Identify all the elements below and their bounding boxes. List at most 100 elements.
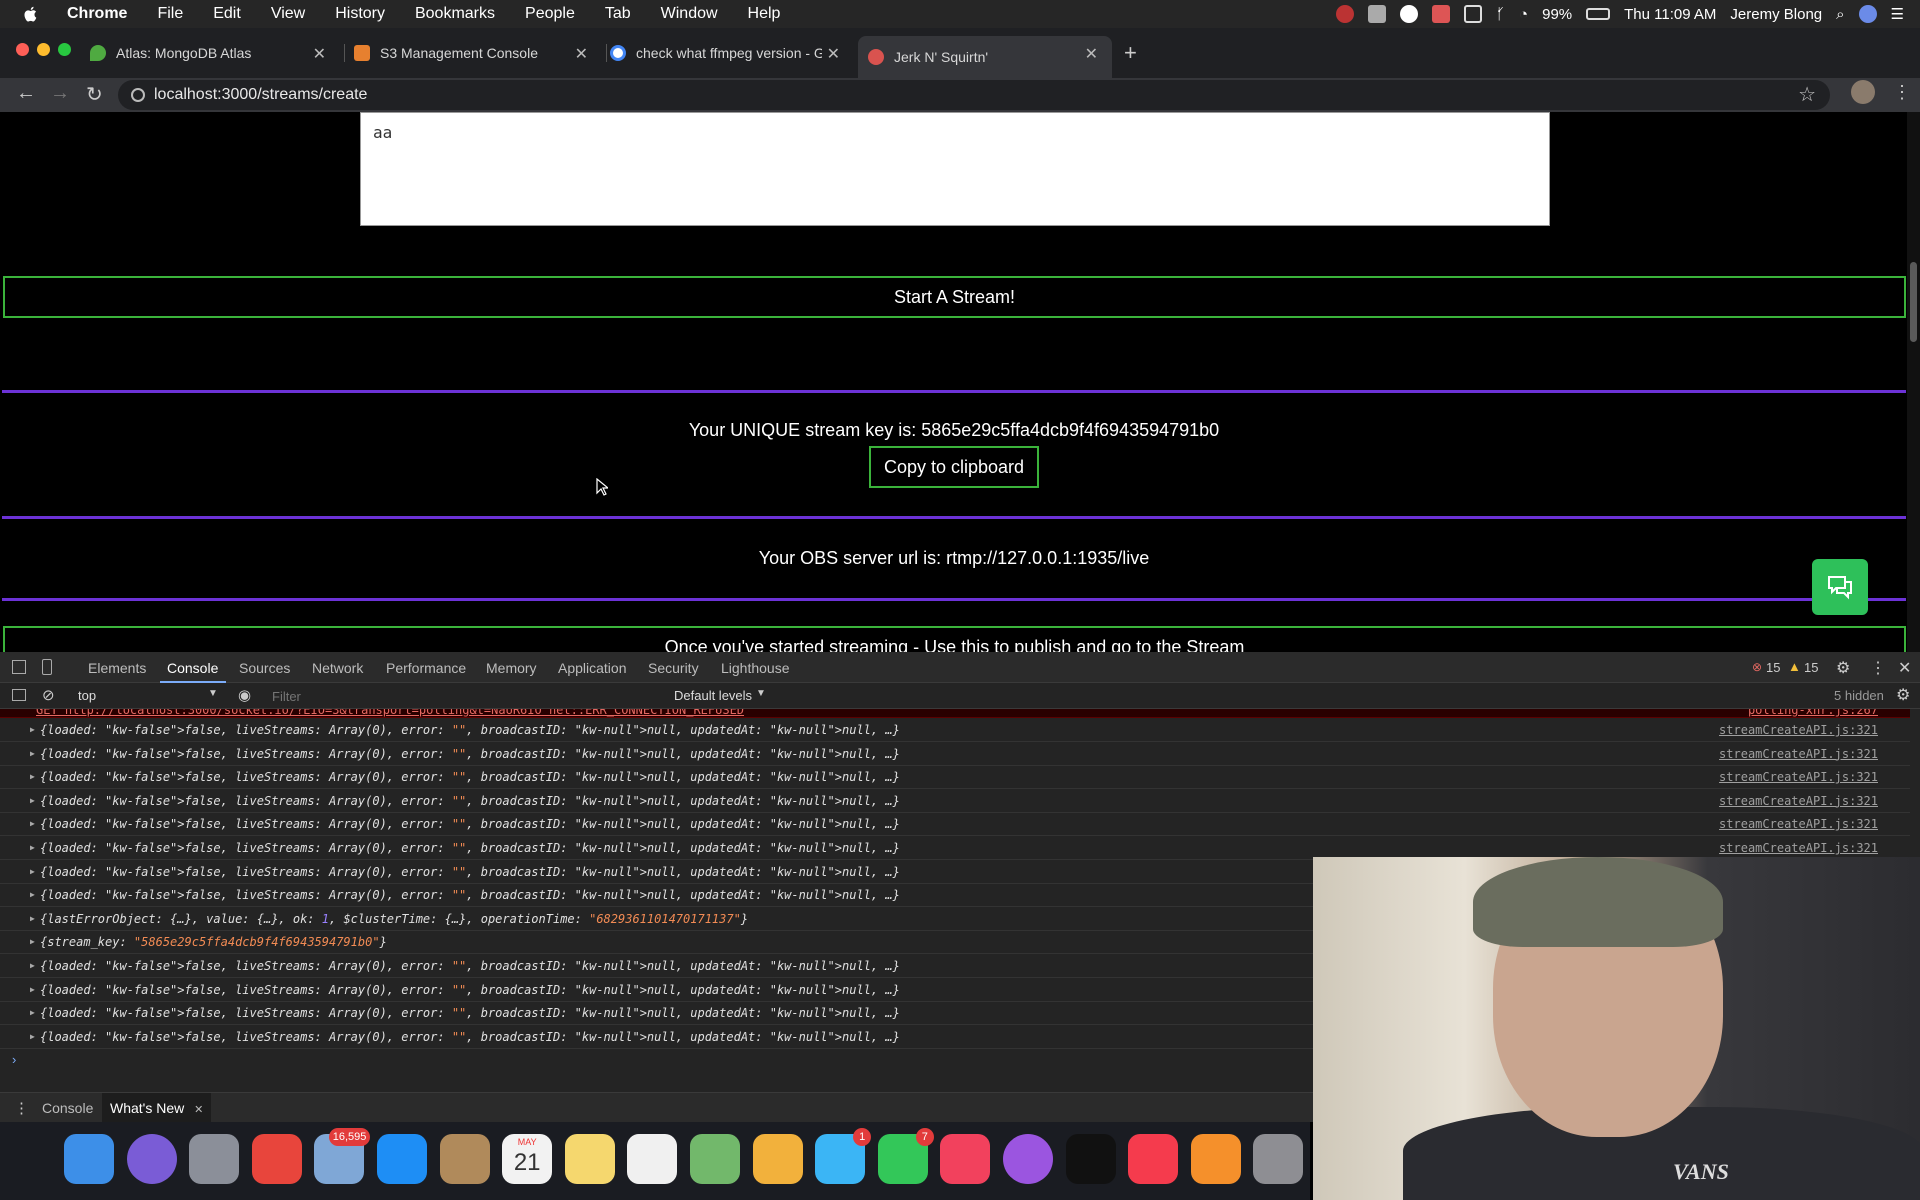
context-dropdown-icon[interactable]: ▼ [208, 688, 218, 699]
close-icon[interactable]: ✕ [575, 44, 588, 64]
notes-icon[interactable] [564, 1134, 615, 1184]
user-name[interactable]: Jeremy Blong [1730, 6, 1822, 23]
menu-view[interactable]: View [271, 5, 305, 23]
launchpad-icon[interactable] [189, 1134, 240, 1184]
menu-help[interactable]: Help [748, 5, 781, 23]
console-filter-input[interactable] [272, 686, 662, 706]
close-icon[interactable]: ✕ [1085, 44, 1098, 64]
devtools-tab-security[interactable]: Security [648, 660, 699, 676]
console-log-line[interactable]: ▶ {loaded: "kw-false">false, liveStreams:… [0, 719, 1910, 742]
new-tab-icon[interactable]: + [1124, 40, 1137, 66]
expand-triangle-icon[interactable]: ▶ [30, 914, 35, 923]
podcasts-icon[interactable] [1003, 1134, 1053, 1184]
settings-gear-icon[interactable]: ⚙ [1836, 658, 1850, 678]
devtools-tab-elements[interactable]: Elements [88, 660, 146, 676]
console-log-line[interactable]: ▶ {loaded: "kw-false">false, liveStreams:… [0, 813, 1910, 837]
menu-people[interactable]: People [525, 5, 575, 23]
apple-tv-icon[interactable] [1065, 1134, 1116, 1184]
error-count[interactable]: 15 [1766, 660, 1780, 675]
battery-percent[interactable]: 99% [1542, 6, 1572, 23]
devtools-tab-console[interactable]: Console [167, 660, 218, 676]
contacts-icon[interactable] [439, 1134, 490, 1184]
expand-triangle-icon[interactable]: ▶ [30, 819, 35, 828]
context-selector[interactable]: top [78, 688, 96, 703]
tab-google-search[interactable]: check what ffmpeg version - G ✕ [610, 36, 854, 70]
menu-tab[interactable]: Tab [605, 5, 631, 23]
expand-triangle-icon[interactable]: ▶ [30, 725, 35, 734]
log-source-link[interactable]: streamCreateAPI.js:321 [1719, 770, 1878, 784]
site-info-icon[interactable] [131, 88, 145, 102]
window-zoom-icon[interactable] [58, 43, 71, 56]
expand-triangle-icon[interactable]: ▶ [30, 867, 35, 876]
devtools-tab-application[interactable]: Application [558, 660, 627, 676]
expand-triangle-icon[interactable]: ▶ [30, 1008, 35, 1017]
address-bar-url[interactable]: localhost:3000/streams/create [154, 86, 367, 104]
drawer-tab-whats-new[interactable]: What's New ✕ [102, 1093, 212, 1122]
compass-icon[interactable] [1400, 5, 1419, 23]
tab-jerk-n-squirtn[interactable]: Jerk N' Squirtn' ✕ [858, 36, 1112, 78]
battery-icon[interactable] [1586, 8, 1611, 20]
close-icon[interactable]: ✕ [313, 44, 326, 64]
close-devtools-icon[interactable]: ✕ [1898, 658, 1911, 678]
error-source-link[interactable]: polling-xhr.js:267 [1748, 709, 1878, 717]
console-prompt-icon[interactable]: › [12, 1052, 16, 1067]
close-drawer-tab-icon[interactable]: ✕ [194, 1104, 203, 1116]
console-log-line[interactable]: ▶ {loaded: "kw-false">false, liveStreams:… [0, 766, 1910, 790]
device-toolbar-icon[interactable] [42, 659, 52, 675]
expand-triangle-icon[interactable]: ▶ [30, 961, 35, 970]
stream-description-textarea[interactable] [360, 112, 1550, 226]
log-levels-dropdown[interactable]: Default levels [674, 688, 752, 703]
levels-dropdown-icon[interactable]: ▼ [756, 688, 766, 699]
chrome-menu-icon[interactable]: ⋮ [1893, 82, 1911, 103]
expand-triangle-icon[interactable]: ▶ [30, 772, 35, 781]
log-source-link[interactable]: streamCreateAPI.js:321 [1719, 723, 1878, 737]
start-stream-button[interactable]: Start A Stream! [3, 276, 1906, 318]
page-scrollbar-thumb[interactable] [1910, 262, 1917, 342]
menu-window[interactable]: Window [661, 5, 718, 23]
siri-menu-icon[interactable] [1858, 5, 1877, 23]
calendar-icon[interactable]: MAY 21 [502, 1134, 553, 1184]
expand-triangle-icon[interactable]: ▶ [30, 843, 35, 852]
system-preferences-icon[interactable] [1253, 1134, 1304, 1184]
tab-s3[interactable]: S3 Management Console ✕ [354, 36, 602, 70]
drawer-tab-console[interactable]: Console [42, 1100, 93, 1116]
mail-stamp-icon[interactable]: 16,595 [314, 1128, 371, 1184]
menu-bookmarks[interactable]: Bookmarks [415, 5, 495, 23]
devtools-tab-sources[interactable]: Sources [239, 660, 290, 676]
log-source-link[interactable]: streamCreateAPI.js:321 [1719, 841, 1878, 855]
window-minimize-icon[interactable] [37, 43, 50, 56]
expand-triangle-icon[interactable]: ▶ [30, 1032, 35, 1041]
devtools-tab-lighthouse[interactable]: Lighthouse [721, 660, 790, 676]
wifi-icon[interactable]: ◔ [1519, 6, 1528, 23]
back-icon[interactable]: ← [16, 82, 36, 105]
drawer-menu-icon[interactable]: ⋮ [14, 1099, 29, 1117]
devtools-tab-memory[interactable]: Memory [486, 660, 537, 676]
tab-atlas[interactable]: Atlas: MongoDB Atlas ✕ [90, 36, 340, 70]
airplay-icon[interactable] [1464, 5, 1483, 23]
log-source-link[interactable]: streamCreateAPI.js:321 [1719, 794, 1878, 808]
address-bar[interactable]: localhost:3000/streams/create ☆ [118, 80, 1830, 110]
console-settings-icon[interactable]: ⚙ [1896, 685, 1910, 705]
siri-icon[interactable] [126, 1134, 177, 1184]
facetime-icon[interactable]: 7 [877, 1128, 934, 1184]
reminders-icon[interactable] [627, 1134, 678, 1184]
warning-icon[interactable]: ▲ [1788, 659, 1801, 674]
cursor-app-icon[interactable] [1432, 5, 1451, 23]
expand-triangle-icon[interactable]: ▶ [30, 937, 35, 946]
messages-icon[interactable]: 1 [815, 1128, 872, 1184]
bluetooth-icon[interactable]: ᚶ [1496, 6, 1505, 23]
devtools-tab-network[interactable]: Network [312, 660, 363, 676]
log-source-link[interactable]: streamCreateAPI.js:321 [1719, 747, 1878, 761]
clear-console-icon[interactable]: ⊘ [42, 686, 55, 704]
live-expression-eye-icon[interactable]: ◉ [238, 686, 251, 704]
menu-app-name[interactable]: Chrome [67, 5, 127, 23]
sidebar-toggle-icon[interactable] [12, 689, 26, 701]
menu-file[interactable]: File [157, 5, 183, 23]
log-source-link[interactable]: streamCreateAPI.js:321 [1719, 817, 1878, 831]
maps-icon[interactable] [690, 1134, 740, 1184]
apple-logo-icon[interactable] [22, 5, 40, 23]
copy-to-clipboard-button[interactable]: Copy to clipboard [869, 446, 1039, 488]
warning-count[interactable]: 15 [1804, 660, 1818, 675]
app-store-icon[interactable] [377, 1134, 427, 1184]
menu-edit[interactable]: Edit [213, 5, 241, 23]
